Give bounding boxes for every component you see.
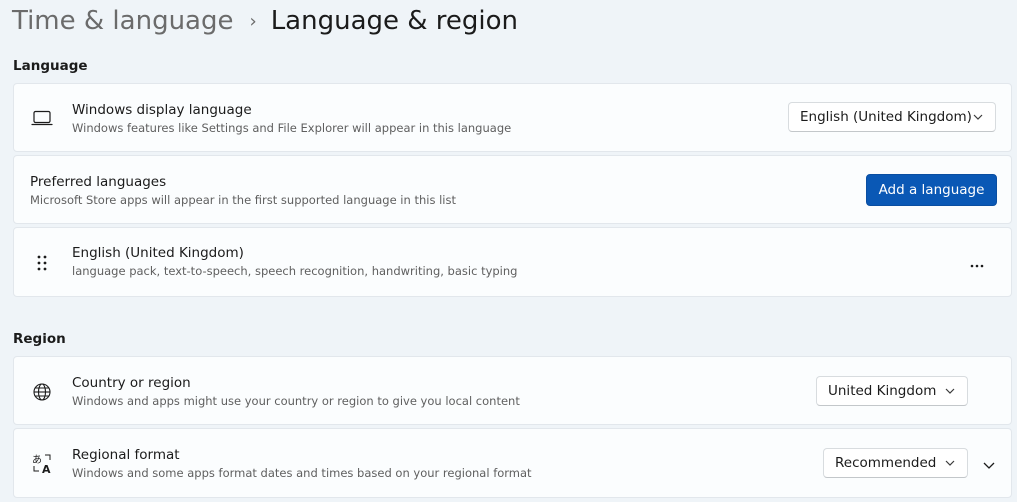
page-title: Language & region: [270, 6, 519, 36]
country-title: Country or region: [72, 375, 191, 391]
add-language-button[interactable]: Add a language: [866, 174, 997, 206]
region-section-header: Region: [13, 331, 66, 347]
breadcrumb-time-and-language[interactable]: Time & language: [12, 6, 233, 36]
drag-handle-icon[interactable]: [30, 251, 54, 275]
globe-icon: [30, 380, 54, 404]
preferred-languages-description: Microsoft Store apps will appear in the …: [30, 193, 456, 207]
more-options-icon: [970, 253, 984, 272]
chevron-down-icon: [973, 112, 983, 122]
regional-format-title: Regional format: [72, 447, 180, 463]
display-language-description: Windows features like Settings and File …: [72, 121, 512, 135]
chevron-down-icon: [983, 454, 995, 473]
breadcrumb: Time & language › Language & region: [12, 2, 518, 40]
country-selected: United Kingdom: [828, 383, 937, 399]
chevron-down-icon: [945, 458, 955, 468]
display-language-dropdown[interactable]: English (United Kingdom): [788, 102, 996, 132]
language-item-english-uk[interactable]: English (United Kingdom) language pack, …: [13, 227, 1012, 297]
regional-format-dropdown[interactable]: Recommended: [823, 448, 968, 478]
regional-format-selected: Recommended: [835, 455, 937, 471]
display-language-selected: English (United Kingdom): [800, 109, 972, 125]
more-options-button[interactable]: [961, 246, 993, 278]
regional-format-card[interactable]: あ A Regional format Windows and some app…: [13, 428, 1012, 498]
expand-regional-format-button[interactable]: [975, 449, 1003, 477]
laptop-icon: [30, 106, 54, 130]
display-language-title: Windows display language: [72, 102, 252, 118]
regional-format-description: Windows and some apps format dates and t…: [72, 466, 532, 480]
country-description: Windows and apps might use your country …: [72, 394, 520, 408]
chevron-down-icon: [945, 386, 955, 396]
regional-format-icon: あ A: [30, 452, 54, 476]
windows-display-language-card: Windows display language Windows feature…: [13, 83, 1012, 152]
country-dropdown[interactable]: United Kingdom: [816, 376, 968, 406]
country-or-region-card: Country or region Windows and apps might…: [13, 356, 1012, 425]
language-item-features: language pack, text-to-speech, speech re…: [72, 264, 518, 278]
language-item-name: English (United Kingdom): [72, 245, 244, 261]
breadcrumb-separator: ›: [249, 10, 257, 32]
preferred-languages-card: Preferred languages Microsoft Store apps…: [13, 155, 1012, 224]
svg-text:あ: あ: [32, 454, 42, 466]
language-section-header: Language: [13, 58, 88, 74]
svg-text:A: A: [42, 463, 51, 475]
preferred-languages-title: Preferred languages: [30, 174, 167, 190]
